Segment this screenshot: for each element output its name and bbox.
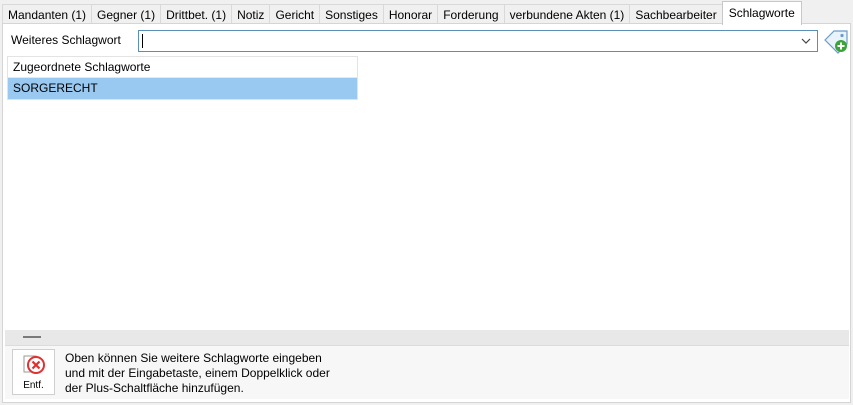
tab-honorar[interactable]: Honorar: [382, 4, 439, 24]
list-item[interactable]: SORGERECHT: [8, 78, 357, 99]
text-cursor: [142, 34, 143, 48]
tab-sonstiges[interactable]: Sonstiges: [319, 4, 384, 24]
schlagwort-label: Weiteres Schlagwort: [11, 33, 121, 47]
delete-x-icon: [23, 355, 45, 374]
delete-button[interactable]: Entf.: [12, 349, 55, 395]
tab-verbundene-akten[interactable]: verbundene Akten (1): [503, 4, 631, 24]
chevron-down-icon[interactable]: [797, 31, 815, 51]
help-line-1: Oben können Sie weitere Schlagworte eing…: [65, 351, 322, 365]
tag-plus-icon: [824, 30, 848, 54]
tab-schlagworte[interactable]: Schlagworte: [721, 1, 802, 25]
add-schlagwort-button[interactable]: [822, 28, 850, 54]
help-line-2: und mit der Eingabetaste, einem Doppelkl…: [65, 366, 330, 380]
assigned-schlagworte-list: Zugeordnete Schlagworte SORGERECHT: [7, 56, 358, 100]
tab-drittbeteiligte[interactable]: Drittbet. (1): [160, 4, 233, 24]
splitter-handle[interactable]: [5, 330, 849, 345]
tab-sachbearbeiter[interactable]: Sachbearbeiter: [629, 4, 723, 24]
schlagworte-panel: Weiteres Schlagwort Zugeordnete Schlagwo…: [2, 23, 851, 403]
tab-strip: Mandanten (1) Gegner (1) Drittbet. (1) N…: [2, 0, 802, 25]
schlagwort-combobox[interactable]: [138, 30, 818, 52]
tab-notiz[interactable]: Notiz: [231, 4, 271, 24]
tab-forderung[interactable]: Forderung: [437, 4, 505, 24]
tab-gegner[interactable]: Gegner (1): [91, 4, 162, 24]
grip-icon: [23, 336, 41, 338]
tab-gericht[interactable]: Gericht: [269, 4, 321, 24]
schlagwort-input[interactable]: [139, 31, 794, 51]
bottom-bar: Entf. Oben können Sie weitere Schlagwort…: [5, 345, 849, 399]
help-line-3: der Plus-Schaltfläche hinzufügen.: [65, 381, 244, 395]
delete-label: Entf.: [23, 380, 44, 391]
help-text: Oben können Sie weitere Schlagworte eing…: [65, 351, 365, 396]
list-header: Zugeordnete Schlagworte: [8, 57, 357, 78]
tab-mandanten[interactable]: Mandanten (1): [2, 4, 93, 24]
